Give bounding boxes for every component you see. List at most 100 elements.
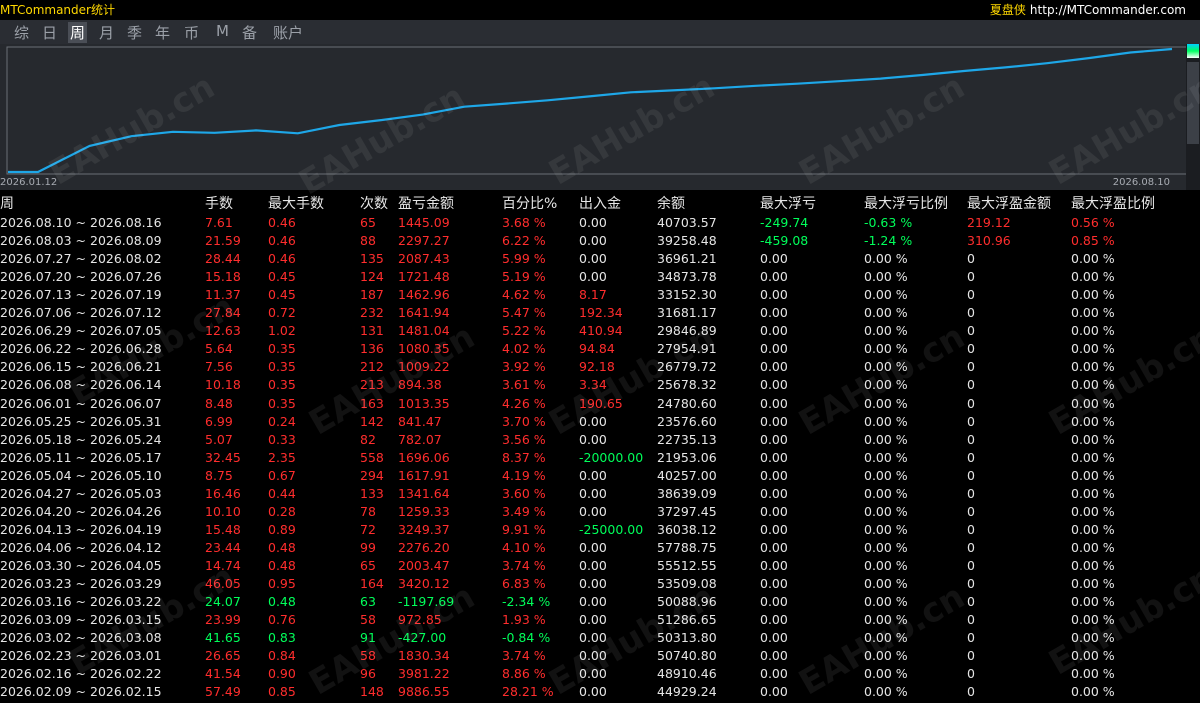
cell-7: 36038.12: [657, 521, 717, 537]
scrollbar-thumb[interactable]: [1187, 62, 1199, 144]
cell-6: 0.00: [579, 485, 607, 501]
cell-5: 5.22 %: [502, 323, 546, 339]
table-row[interactable]: 2026.06.29 ~ 2026.07.05 12.63 1.02 131 1481.…: [0, 322, 1200, 340]
cell-8: 0.00: [760, 341, 788, 357]
cell-6: 8.17: [579, 287, 607, 303]
table-row[interactable]: 2026.02.09 ~ 2026.02.15 57.49 0.85 148 9886.…: [0, 683, 1200, 701]
table-row[interactable]: 2026.04.27 ~ 2026.05.03 16.46 0.44 133 1341.…: [0, 485, 1200, 503]
tab-5[interactable]: 年: [153, 22, 172, 43]
cell-4: 2297.27: [398, 233, 450, 249]
cell-2: 0.48: [268, 557, 296, 573]
cell-6: 0.00: [579, 431, 607, 447]
table-row[interactable]: 2026.05.04 ~ 2026.05.10 8.75 0.67 294 1617.9…: [0, 467, 1200, 485]
tab-6[interactable]: 币: [182, 22, 201, 43]
table-row[interactable]: 2026.06.22 ~ 2026.06.28 5.64 0.35 136 1080.3…: [0, 340, 1200, 358]
tab-0[interactable]: 综: [12, 22, 31, 43]
cell-6: 0.00: [579, 594, 607, 610]
cell-8: 0.00: [760, 630, 788, 646]
column-header-5[interactable]: 百分比%: [502, 193, 557, 213]
cell-11: 0.00 %: [1071, 323, 1115, 339]
tab-7[interactable]: M: [214, 22, 231, 40]
table-row[interactable]: 2026.08.10 ~ 2026.08.16 7.61 0.46 65 1445.09…: [0, 214, 1200, 232]
cell-1: 7.61: [205, 215, 233, 230]
table-row[interactable]: 2026.04.20 ~ 2026.04.26 10.10 0.28 78 1259.3…: [0, 503, 1200, 521]
table-row[interactable]: 2026.04.06 ~ 2026.04.12 23.44 0.48 99 2276.2…: [0, 539, 1200, 557]
cell-11: 0.00 %: [1071, 485, 1115, 501]
column-header-10[interactable]: 最大浮盈金额: [967, 193, 1051, 213]
cell-1: 24.07: [205, 594, 241, 610]
cell-10: 0: [967, 539, 975, 555]
cell-6: 0.00: [579, 666, 607, 682]
cell-3: 99: [360, 539, 376, 555]
cell-7: 50088.96: [657, 594, 717, 610]
cell-2: 0.35: [268, 359, 296, 375]
cell-3: 72: [360, 521, 376, 537]
cell-7: 22735.13: [657, 431, 717, 447]
cell-5: 3.61 %: [502, 377, 546, 393]
cell-2: 0.24: [268, 413, 296, 429]
column-header-6[interactable]: 出入金: [579, 193, 621, 213]
column-header-0[interactable]: 周: [0, 193, 14, 213]
cell-6: 0.00: [579, 413, 607, 429]
cell-9: 0.00 %: [864, 648, 908, 664]
table-row[interactable]: 2026.05.11 ~ 2026.05.17 32.45 2.35 558 1696.…: [0, 449, 1200, 467]
column-header-1[interactable]: 手数: [205, 193, 233, 213]
cell-4: 9886.55: [398, 684, 450, 700]
table-row[interactable]: 2026.03.16 ~ 2026.03.22 24.07 0.48 63 -1197.…: [0, 593, 1200, 611]
column-header-11[interactable]: 最大浮盈比例: [1071, 193, 1155, 213]
table-row[interactable]: 2026.02.23 ~ 2026.03.01 26.65 0.84 58 1830.3…: [0, 647, 1200, 665]
cell-4: 782.07: [398, 431, 442, 447]
table-row[interactable]: 2026.08.03 ~ 2026.08.09 21.59 0.46 88 2297.2…: [0, 232, 1200, 250]
cell-11: 0.00 %: [1071, 648, 1115, 664]
column-header-3[interactable]: 次数: [360, 193, 388, 213]
table-row[interactable]: 2026.06.15 ~ 2026.06.21 7.56 0.35 212 1009.2…: [0, 358, 1200, 376]
cell-10: 0: [967, 449, 975, 465]
brand-url[interactable]: http://MTCommander.com: [1030, 3, 1186, 17]
cell-5: 3.92 %: [502, 359, 546, 375]
table-row[interactable]: 2026.07.20 ~ 2026.07.26 15.18 0.45 124 1721.…: [0, 268, 1200, 286]
cell-9: 0.00 %: [864, 251, 908, 267]
cell-10: 0: [967, 521, 975, 537]
cell-1: 8.48: [205, 395, 233, 411]
tab-4[interactable]: 季: [125, 22, 144, 43]
cell-1: 15.48: [205, 521, 241, 537]
column-header-7[interactable]: 余额: [657, 193, 685, 213]
cell-3: 232: [360, 305, 384, 321]
table-row[interactable]: 2026.03.02 ~ 2026.03.08 41.65 0.83 91 -427.0…: [0, 629, 1200, 647]
cell-11: 0.00 %: [1071, 630, 1115, 646]
weekly-stats-table: 周 手数 最大手数 次数 盈亏金额 百分比% 出入金 余额 最大浮亏 最大浮亏比例 最大浮盈金额 最大…: [0, 190, 1200, 701]
column-header-4[interactable]: 盈亏金额: [398, 193, 454, 213]
tab-2[interactable]: 周: [68, 22, 88, 43]
cell-11: 0.56 %: [1071, 215, 1115, 230]
table-row[interactable]: 2026.06.08 ~ 2026.06.14 10.18 0.35 213 894.3…: [0, 376, 1200, 394]
cell-1: 57.49: [205, 684, 241, 700]
table-row[interactable]: 2026.03.23 ~ 2026.03.29 46.05 0.95 164 3420.…: [0, 575, 1200, 593]
column-header-8[interactable]: 最大浮亏: [760, 193, 816, 213]
cell-8: 0.00: [760, 287, 788, 303]
tab-1[interactable]: 日: [40, 22, 59, 43]
table-row[interactable]: 2026.06.01 ~ 2026.06.07 8.48 0.35 163 1013.3…: [0, 395, 1200, 413]
table-row[interactable]: 2026.04.13 ~ 2026.04.19 15.48 0.89 72 3249.3…: [0, 521, 1200, 539]
tab-3[interactable]: 月: [97, 22, 116, 43]
table-row[interactable]: 2026.03.09 ~ 2026.03.15 23.99 0.76 58 972.85…: [0, 611, 1200, 629]
table-row[interactable]: 2026.07.13 ~ 2026.07.19 11.37 0.45 187 1462.…: [0, 286, 1200, 304]
table-row[interactable]: 2026.05.18 ~ 2026.05.24 5.07 0.33 82 782.07 3…: [0, 431, 1200, 449]
table-row[interactable]: 2026.05.25 ~ 2026.05.31 6.99 0.24 142 841.47…: [0, 413, 1200, 431]
cell-0: 2026.06.15 ~ 2026.06.21: [0, 359, 162, 375]
cell-0: 2026.04.06 ~ 2026.04.12: [0, 539, 162, 555]
cell-1: 23.99: [205, 612, 241, 628]
tab-9[interactable]: 账户: [271, 22, 305, 43]
table-row[interactable]: 2026.03.30 ~ 2026.04.05 14.74 0.48 65 2003.4…: [0, 557, 1200, 575]
table-row[interactable]: 2026.02.16 ~ 2026.02.22 41.54 0.90 96 3981.2…: [0, 665, 1200, 683]
tab-8[interactable]: 备: [240, 22, 259, 43]
column-header-9[interactable]: 最大浮亏比例: [864, 193, 948, 213]
table-row[interactable]: 2026.07.27 ~ 2026.08.02 28.44 0.46 135 2087.…: [0, 250, 1200, 268]
cell-4: -427.00: [398, 630, 447, 646]
column-header-2[interactable]: 最大手数: [268, 193, 324, 213]
cell-8: 0.00: [760, 485, 788, 501]
table-row[interactable]: 2026.07.06 ~ 2026.07.12 27.84 0.72 232 1641.…: [0, 304, 1200, 322]
cell-7: 48910.46: [657, 666, 717, 682]
cell-10: 0: [967, 431, 975, 447]
cell-11: 0.00 %: [1071, 269, 1115, 285]
cell-3: 136: [360, 341, 384, 357]
